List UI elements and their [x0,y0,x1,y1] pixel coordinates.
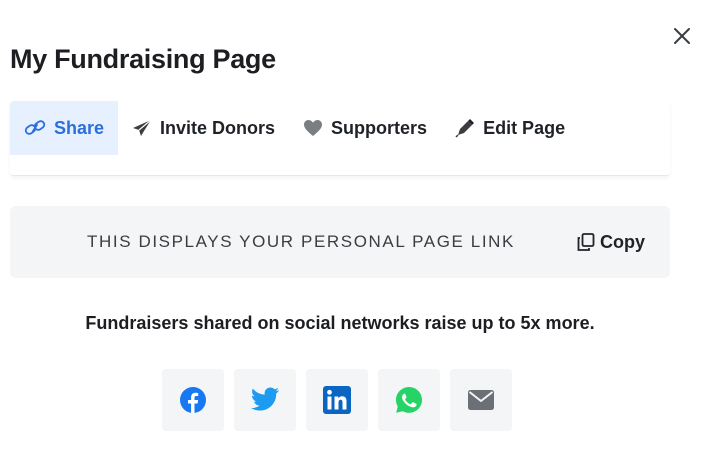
tab-supporters[interactable]: Supporters [289,101,441,155]
heart-icon [304,120,323,136]
tab-share[interactable]: Share [10,101,119,155]
personal-link-box: THIS DISPLAYS YOUR PERSONAL PAGE LINK Co… [10,206,670,278]
linkedin-icon [323,386,351,414]
twitter-share-button[interactable] [234,369,296,431]
tab-edit-page[interactable]: Edit Page [441,101,579,155]
email-icon [468,390,494,410]
pen-icon [455,119,475,138]
page-title: My Fundraising Page [10,44,276,74]
facebook-share-button[interactable] [162,369,224,431]
tab-invite-donors-label: Invite Donors [160,117,276,138]
tab-invite-donors[interactable]: Invite Donors [118,101,289,155]
twitter-icon [250,387,279,411]
close-button[interactable] [668,22,696,50]
tab-bar: Share Invite Donors Supporters Edit Page [10,101,579,155]
tabs-card: Share Invite Donors Supporters Edit Page [10,101,670,176]
facebook-icon [180,387,206,413]
whatsapp-share-button[interactable] [378,369,440,431]
share-modal: My Fundraising Page Share Invite Donors [0,0,707,464]
tab-supporters-label: Supporters [331,117,428,138]
personal-link-text[interactable]: THIS DISPLAYS YOUR PERSONAL PAGE LINK [30,206,572,278]
share-note: Fundraisers shared on social networks ra… [85,313,595,333]
paper-plane-icon [133,119,152,136]
link-icon [24,120,46,135]
tab-edit-page-label: Edit Page [483,117,566,138]
linkedin-share-button[interactable] [306,369,368,431]
close-icon [674,28,690,44]
social-buttons [162,369,512,431]
copy-label: Copy [600,231,645,252]
copy-button[interactable]: Copy [576,228,645,256]
email-share-button[interactable] [450,369,512,431]
tab-share-label: Share [54,117,105,138]
whatsapp-icon [396,387,422,413]
copy-icon [577,233,595,251]
